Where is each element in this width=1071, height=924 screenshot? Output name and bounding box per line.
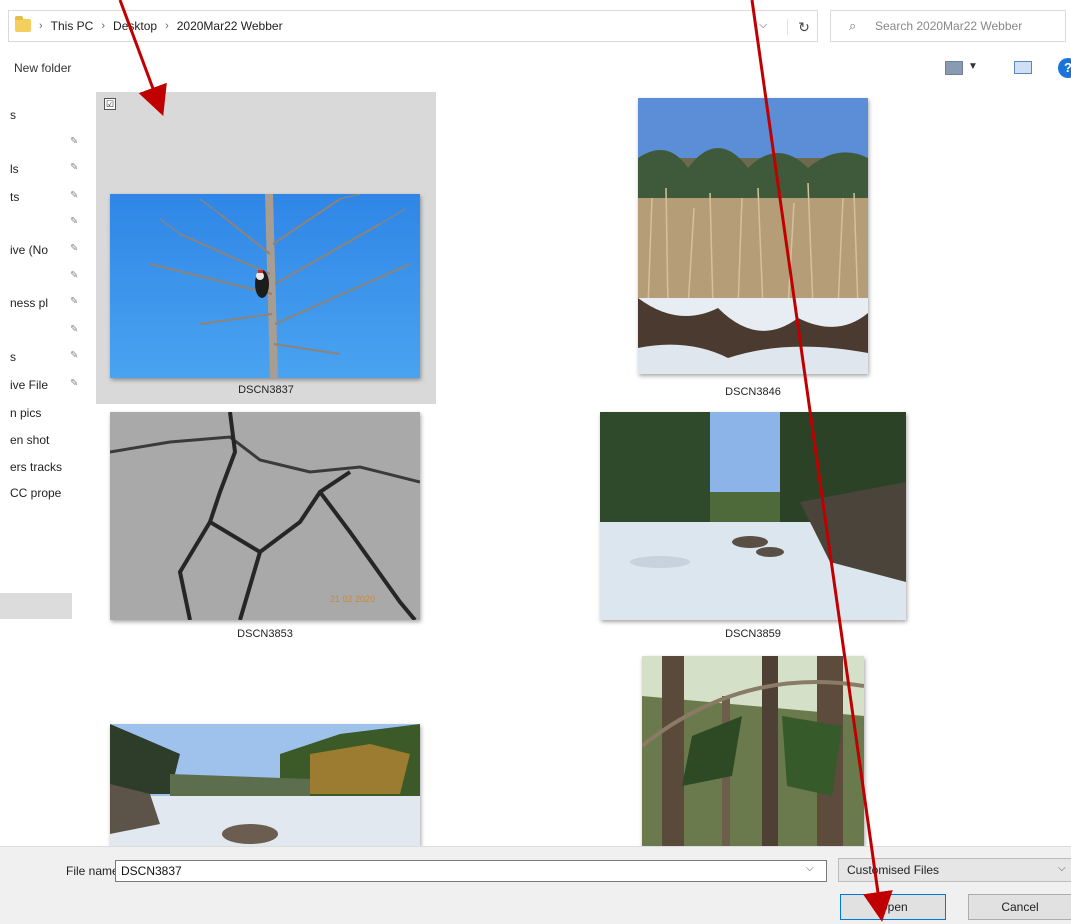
forest-photo	[642, 656, 864, 846]
file-name: DSCN3846	[725, 386, 781, 398]
breadcrumb-this-pc[interactable]: This PC	[51, 19, 94, 33]
breadcrumb-separator: ›	[165, 20, 169, 32]
pin-icon: ✎	[70, 296, 79, 307]
file-name-input[interactable]	[115, 860, 827, 882]
nav-item[interactable]: CC prope	[10, 486, 82, 504]
frozen-river-photo	[600, 412, 906, 620]
nav-item[interactable]: ive File ✎	[10, 378, 82, 396]
nav-item[interactable]: ls ✎	[10, 162, 82, 180]
new-folder-button[interactable]: New folder	[14, 61, 71, 75]
nav-item[interactable]: ers tracks	[10, 460, 82, 478]
nav-item-label: ers tracks	[10, 460, 63, 474]
snowy-stream-photo	[110, 724, 420, 846]
nav-item-selected[interactable]	[0, 593, 72, 619]
nav-item-label: s	[10, 108, 16, 122]
preview-pane-icon[interactable]	[1014, 61, 1032, 74]
file-tile[interactable]	[110, 724, 420, 846]
file-type-dropdown-icon[interactable]: ⌵	[1058, 863, 1066, 874]
nav-item[interactable]: ✎	[10, 324, 82, 342]
dialog-footer: File name: ⌵ Customised Files ⌵ Open Can…	[0, 846, 1071, 924]
pin-icon: ✎	[70, 324, 79, 335]
file-name: DSCN3853	[237, 628, 293, 640]
search-box[interactable]: ⌕ Search 2020Mar22 Webber	[830, 10, 1066, 42]
file-tile[interactable]	[642, 656, 864, 846]
nav-item-label: s	[10, 350, 16, 364]
pin-icon: ✎	[70, 350, 79, 361]
file-thumbnail	[600, 412, 906, 620]
file-name: DSCN3859	[725, 628, 781, 640]
address-history-dropdown-icon[interactable]: ⌵	[759, 19, 767, 32]
nav-item[interactable]: s	[10, 108, 82, 126]
pin-icon: ✎	[70, 162, 79, 173]
address-bar[interactable]: › This PC › Desktop › 2020Mar22 Webber ⌵…	[8, 10, 818, 42]
folder-icon	[15, 16, 31, 32]
nav-item[interactable]: ness pl ✎	[10, 296, 82, 314]
search-placeholder: Search 2020Mar22 Webber	[875, 19, 1023, 33]
nav-item-label: ness pl	[10, 296, 49, 310]
file-name-label: File name:	[66, 864, 123, 878]
file-thumbnail	[110, 194, 420, 378]
file-name: DSCN3837	[238, 384, 294, 396]
nav-item[interactable]: ✎	[10, 216, 82, 234]
nav-item-label: CC prope	[10, 486, 62, 500]
pin-icon: ✎	[70, 216, 79, 227]
nav-item[interactable]: n pics	[10, 406, 82, 424]
nav-item-label: ts	[10, 190, 20, 204]
breadcrumb-current-folder[interactable]: 2020Mar22 Webber	[177, 19, 283, 33]
file-tile[interactable]: ☑ DSCN3837	[96, 92, 436, 404]
nav-item-label: en shot	[10, 433, 50, 447]
file-tile[interactable]: DSCN3859	[600, 412, 908, 642]
file-name-dropdown-icon[interactable]: ⌵	[806, 863, 814, 874]
search-icon: ⌕	[849, 18, 857, 33]
nav-item[interactable]: ✎	[10, 270, 82, 288]
breadcrumb-desktop[interactable]: Desktop	[113, 19, 157, 33]
file-thumbnail	[642, 656, 864, 846]
nav-item[interactable]: en shot	[10, 433, 82, 451]
nav-item-label: ls	[10, 162, 19, 176]
refresh-icon[interactable]: ↻	[787, 19, 820, 35]
checkbox-checked-icon[interactable]: ☑	[104, 98, 116, 110]
file-type-select[interactable]: Customised Files	[838, 858, 1071, 882]
file-thumbnail	[638, 98, 868, 374]
open-button[interactable]: Open	[840, 894, 946, 920]
help-icon[interactable]: ?	[1058, 58, 1071, 78]
pin-icon: ✎	[70, 136, 79, 147]
file-thumbnail	[110, 724, 420, 846]
nav-item[interactable]: ive (No ✎	[10, 243, 82, 261]
pin-icon: ✎	[70, 190, 79, 201]
date-stamp: 21 02 2020	[330, 594, 375, 604]
woodpecker-photo	[110, 194, 420, 378]
top-bar: › This PC › Desktop › 2020Mar22 Webber ⌵…	[0, 0, 1071, 52]
nav-item[interactable]: ts ✎	[10, 190, 82, 208]
pin-icon: ✎	[70, 243, 79, 254]
toolbar: New folder ▼ ?	[0, 52, 1071, 87]
change-view-icon[interactable]	[945, 61, 963, 75]
nav-item[interactable]: ✎	[10, 136, 82, 154]
file-thumbnail: 21 02 2020	[110, 412, 420, 620]
nav-item-label: ive File	[10, 378, 49, 392]
nav-item-label: ive (No	[10, 243, 49, 257]
cracked-ice-photo: 21 02 2020	[110, 412, 420, 620]
breadcrumb-separator: ›	[39, 20, 43, 32]
navigation-pane: s ✎ ls ✎ ts ✎ ✎ ive (No ✎ ✎ ness pl ✎ ✎ s ✎ i…	[0, 86, 82, 846]
file-tile[interactable]: 21 02 2020 DSCN3853	[110, 412, 420, 642]
file-tile[interactable]: DSCN3846	[638, 98, 870, 404]
view-options-dropdown-icon[interactable]: ▼	[968, 61, 978, 72]
breadcrumb-separator: ›	[101, 20, 106, 32]
marsh-photo	[638, 98, 868, 374]
cancel-button[interactable]: Cancel	[968, 894, 1071, 920]
pin-icon: ✎	[70, 270, 79, 281]
breadcrumb: › This PC › Desktop › 2020Mar22 Webber	[39, 19, 283, 33]
nav-item[interactable]: s ✎	[10, 350, 82, 368]
nav-item-label: n pics	[10, 406, 42, 420]
file-view: ☑ DSCN3837 DSCN3846 21 02 2020 DSCN3853 …	[82, 86, 1071, 846]
pin-icon: ✎	[70, 378, 79, 389]
